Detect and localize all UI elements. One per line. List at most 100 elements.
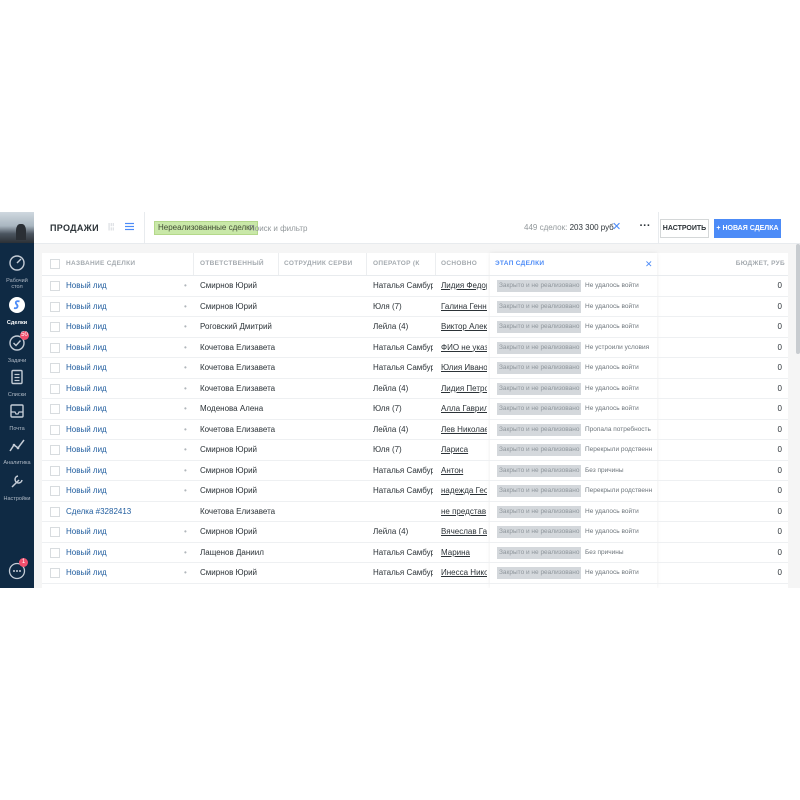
new-deal-button[interactable]: + НОВАЯ СДЕЛКА [714, 219, 781, 238]
row-checkbox[interactable] [50, 404, 60, 414]
operator-cell: Наталья Самбур( [373, 465, 433, 475]
sidebar-item-tasks[interactable]: 50 Задачи [0, 331, 34, 364]
row-checkbox[interactable] [50, 383, 60, 394]
chat-button[interactable]: 1 [8, 558, 28, 580]
row-checkbox[interactable] [50, 363, 60, 373]
more-options-button[interactable]: ··· [634, 217, 656, 239]
table-row[interactable]: Новый лид • Кочетова Елизавета Лейла (4) Лид… [42, 379, 788, 399]
row-checkbox[interactable] [50, 424, 60, 435]
deal-name-link[interactable]: Новый лид [66, 563, 176, 583]
row-checkbox[interactable] [50, 281, 60, 291]
search-input[interactable] [249, 221, 409, 235]
row-checkbox[interactable] [50, 342, 60, 353]
deal-name-link[interactable]: Новый лид [66, 379, 176, 399]
row-checkbox[interactable] [50, 445, 60, 455]
budget-cell: 0 [777, 547, 782, 557]
table-row[interactable]: Новый лид • Кочетова Елизавета Наталья Самб… [42, 358, 788, 379]
table-row[interactable]: Новый лид • Роговский Дмитрий Лейла (4) Викт… [42, 317, 788, 338]
row-checkbox[interactable] [50, 301, 60, 312]
sidebar-item-mail[interactable]: Почта [0, 402, 34, 432]
sidebar-item-settings[interactable]: Настройки [0, 472, 34, 502]
user-avatar-photo[interactable] [0, 212, 34, 243]
main-contact-link[interactable]: Вячеслав Гав [441, 522, 487, 542]
header-divider [658, 212, 659, 244]
row-checkbox[interactable] [50, 568, 60, 578]
clear-filter-icon[interactable]: ✕ [612, 220, 621, 233]
table-row[interactable]: Новый лид • Смирнов Юрий Наталья Самбур(над… [42, 481, 788, 502]
budget-cell: 0 [777, 506, 782, 516]
main-contact-link[interactable]: Виктор Алекс [441, 317, 487, 337]
main-contact-link[interactable]: надежда Геор [441, 481, 487, 501]
main-contact-link[interactable]: не представ [441, 502, 487, 522]
table-row[interactable]: Новый лид • Моденова Алена Юля (7) Алла Гавр… [42, 399, 788, 420]
column-header-budget[interactable]: БЮДЖЕТ, РУБ [702, 253, 785, 275]
column-header-main-contact[interactable]: ОСНОВНО [441, 253, 485, 275]
table-row[interactable]: Новый лид • Смирнов Юрий Наталья Самбур(Ант… [42, 461, 788, 481]
column-header-name[interactable]: НАЗВАНИЕ СДЕЛКИ [66, 253, 186, 275]
responsible-cell: Смирнов Юрий [200, 445, 258, 454]
main-contact-link[interactable]: Антон [441, 461, 487, 481]
pipeline-view-toggle[interactable]: |¦¦ [108, 222, 114, 231]
deal-name-link[interactable]: Новый лид [66, 543, 176, 563]
responsible-cell: Кочетова Елизавета [200, 424, 276, 434]
list-view-icon[interactable] [125, 222, 134, 231]
deal-name-link[interactable]: Новый лид [66, 358, 176, 378]
table-row[interactable]: Новый лид • Смирнов Юрий Наталья Самбур(Ине… [42, 563, 788, 584]
table-row[interactable]: Новый лид • Смирнов Юрий Юля (7) Лариса Закры… [42, 440, 788, 461]
table-row[interactable]: Новый лид • Кочетова Елизавета Наталья Самб… [42, 338, 788, 358]
deal-name-link[interactable]: Новый лид [66, 338, 176, 358]
deal-name-link[interactable]: Новый лид [66, 399, 176, 419]
sidebar-item-dashboard[interactable]: Рабочий стол [0, 254, 34, 290]
select-all-checkbox[interactable] [50, 259, 60, 269]
table-row[interactable]: Новый лид • Смирнов Юрий Лейла (4) Вячеслав … [42, 522, 788, 543]
main-contact-link[interactable]: Лариса [441, 440, 487, 460]
main-contact-link[interactable]: Алла Гаврилс [441, 399, 487, 419]
deal-name-link[interactable]: Сделка #3282413 [66, 502, 176, 522]
main-contact-link[interactable]: Лидия Петро [441, 379, 487, 399]
row-checkbox[interactable] [50, 322, 60, 332]
table-row[interactable]: Сделка #3282413 Кочетова Елизавета не пред… [42, 502, 788, 522]
column-header-stage[interactable]: ЭТАП СДЕЛКИ [495, 253, 575, 275]
main-contact-link[interactable]: Лев Николае [441, 420, 487, 440]
row-checkbox[interactable] [50, 486, 60, 496]
table-row[interactable]: Новый лид • Лащенов Даниил Наталья Самбур(М… [42, 543, 788, 563]
sidebar-item-lists[interactable]: Списки [0, 368, 34, 398]
deal-name-link[interactable]: Новый лид [66, 522, 176, 542]
budget-cell: 0 [777, 465, 782, 475]
row-checkbox[interactable] [50, 465, 60, 476]
column-header-responsible[interactable]: ОТВЕТСТВЕННЫЙ [200, 253, 278, 275]
main-contact-link[interactable]: Лидия Федор [441, 276, 487, 296]
setup-button[interactable]: НАСТРОИТЬ [660, 219, 709, 238]
main-contact-link[interactable]: Марина [441, 543, 487, 563]
row-checkbox[interactable] [50, 547, 60, 558]
loss-reason-cell: Не удалось войти [585, 528, 639, 535]
responsible-cell: Кочетова Елизавета [200, 383, 276, 393]
active-filter-chip[interactable]: Нереализованные сделки [154, 221, 259, 235]
row-marker: • [184, 342, 187, 352]
deal-name-link[interactable]: Новый лид [66, 481, 176, 501]
deal-name-link[interactable]: Новый лид [66, 317, 176, 337]
main-contact-link[interactable]: Галина Генна [441, 297, 487, 317]
deal-name-link[interactable]: Новый лид [66, 297, 176, 317]
column-header-operator[interactable]: ОПЕРАТОР (К [373, 253, 423, 275]
stage-badge: Закрыто и не реализовано [497, 423, 581, 436]
main-contact-link[interactable]: Юлия Иванов [441, 358, 487, 378]
deal-name-link[interactable]: Новый лид [66, 276, 176, 296]
close-stage-column-icon[interactable]: ✕ [645, 253, 653, 275]
sidebar-item-analytics[interactable]: Аналитика [0, 436, 34, 466]
main-contact-link[interactable]: ФИО не указ [441, 338, 487, 358]
deal-name-link[interactable]: Новый лид [66, 461, 176, 481]
main-contact-link[interactable]: Инесса Нико [441, 563, 487, 583]
row-checkbox[interactable] [50, 506, 60, 517]
row-checkbox[interactable] [50, 527, 60, 537]
deal-name-link[interactable]: Новый лид [66, 440, 176, 460]
table-row[interactable]: Новый лид • Смирнов Юрий Наталья Самбур(Лид… [42, 276, 788, 297]
sidebar-item-deals[interactable]: Сделки [0, 296, 34, 326]
vertical-scrollbar[interactable] [796, 244, 800, 354]
row-marker: • [184, 486, 187, 495]
deal-name-link[interactable]: Новый лид [66, 420, 176, 440]
table-row[interactable]: Новый лид • Кочетова Елизавета Лейла (4) Лев… [42, 420, 788, 440]
deals-icon [9, 297, 25, 313]
table-row[interactable]: Новый лид • Смирнов Юрий Юля (7) Галина Генн… [42, 297, 788, 317]
column-header-service[interactable]: СОТРУДНИК СЕРВИ [284, 253, 354, 275]
